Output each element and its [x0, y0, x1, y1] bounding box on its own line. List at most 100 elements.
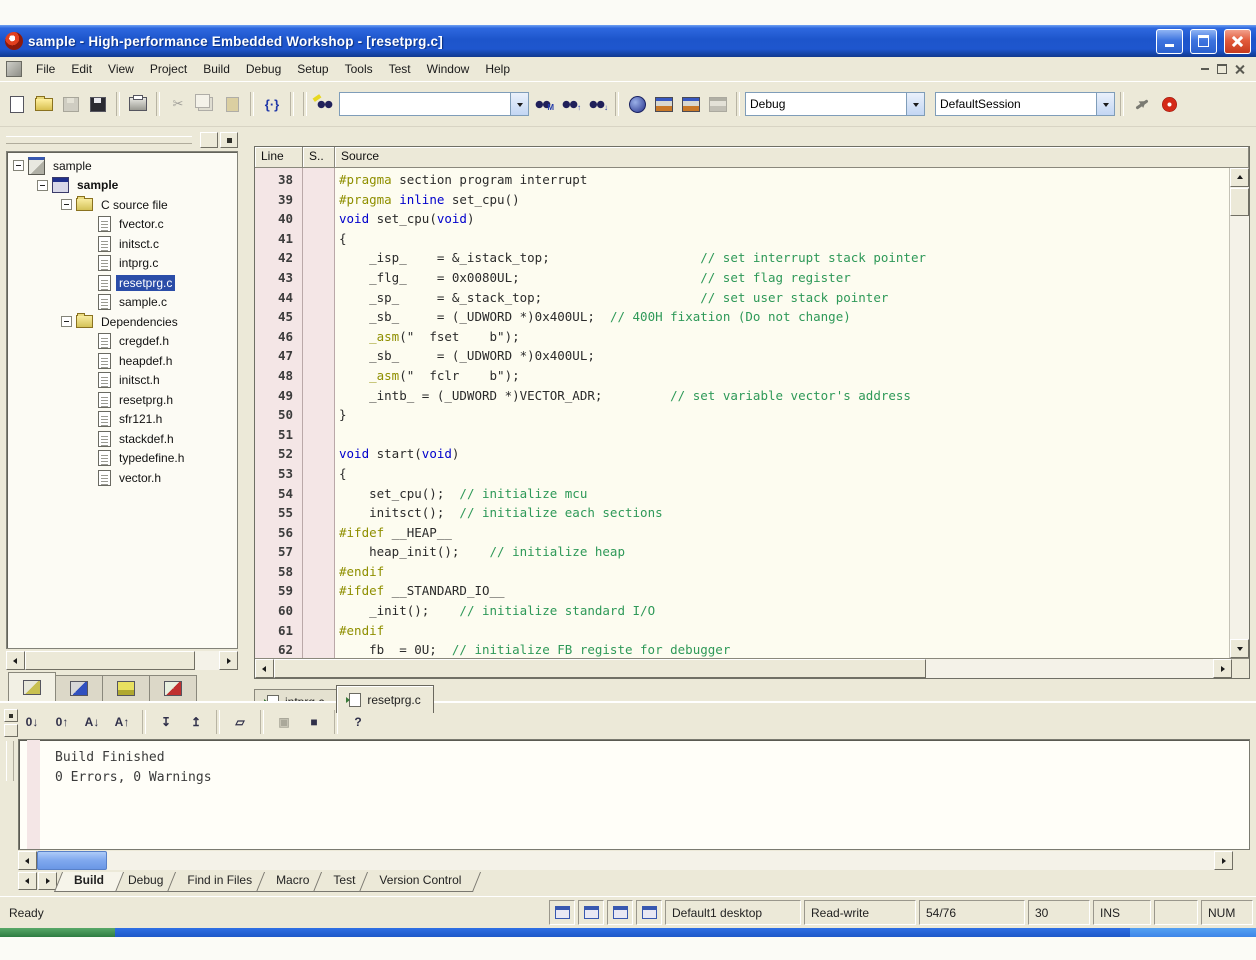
build-configuration-combobox[interactable]: Debug: [745, 92, 925, 116]
build-all-button[interactable]: [678, 92, 704, 117]
status-window-button-2[interactable]: [578, 900, 604, 925]
menu-window[interactable]: Window: [419, 59, 478, 79]
menu-view[interactable]: View: [100, 59, 142, 79]
menu-edit[interactable]: Edit: [63, 59, 100, 79]
minimize-button[interactable]: [1156, 29, 1183, 54]
session-combobox[interactable]: DefaultSession: [935, 92, 1115, 116]
workspace-tab-projects[interactable]: [8, 672, 56, 701]
launch-debugger-button[interactable]: [1129, 92, 1155, 117]
open-file-button[interactable]: [31, 92, 57, 117]
tree-item-fvector-c[interactable]: fvector.c: [13, 215, 237, 235]
paste-button[interactable]: [219, 92, 245, 117]
reset-go-button[interactable]: [1156, 92, 1182, 117]
menu-project[interactable]: Project: [142, 59, 195, 79]
restore-button[interactable]: [1190, 29, 1217, 54]
save-all-button[interactable]: [85, 92, 111, 117]
workspace-horizontal-scrollbar[interactable]: [6, 651, 238, 670]
tree-item-vector-h[interactable]: vector.h: [13, 468, 237, 488]
editor-vertical-scrollbar[interactable]: [1229, 168, 1249, 658]
tree-item-initsct-h[interactable]: initsct.h: [13, 371, 237, 391]
tree-expander-icon[interactable]: [61, 316, 72, 327]
tree-expander-icon[interactable]: [61, 199, 72, 210]
build-output[interactable]: Build Finished0 Errors, 0 Warnings: [18, 739, 1250, 850]
output-tab-build[interactable]: Build: [58, 872, 120, 892]
match-braces-button[interactable]: {·}: [259, 92, 285, 117]
tree-item-sfr121-h[interactable]: sfr121.h: [13, 410, 237, 430]
new-file-button[interactable]: [4, 92, 30, 117]
find-down-button[interactable]: ↓: [584, 92, 610, 117]
tree-item-dependencies[interactable]: Dependencies: [13, 312, 237, 332]
workspace-tab-navigation[interactable]: [102, 675, 150, 701]
status-window-button-3[interactable]: [607, 900, 633, 925]
scroll-left-button[interactable]: [255, 659, 274, 678]
alpha-down-button[interactable]: A↓: [78, 711, 106, 733]
tree-item-initsct-c[interactable]: initsct.c: [13, 234, 237, 254]
copy-button[interactable]: ▣: [270, 711, 298, 733]
tree-item-cregdef-h[interactable]: cregdef.h: [13, 332, 237, 352]
build-button[interactable]: [651, 92, 677, 117]
menu-tools[interactable]: Tools: [337, 59, 381, 79]
workspace-close-button[interactable]: [220, 132, 238, 148]
output-horizontal-scrollbar[interactable]: [18, 851, 1250, 870]
scroll-right-button[interactable]: [1214, 851, 1233, 870]
tree-item-intprg-c[interactable]: intprg.c: [13, 254, 237, 274]
find-setup-button[interactable]: [312, 92, 338, 117]
output-grip[interactable]: [4, 709, 16, 781]
find-dropdown-button[interactable]: [510, 93, 528, 115]
mdi-restore-button[interactable]: [1217, 64, 1227, 74]
mdi-minimize-button[interactable]: [1201, 68, 1209, 70]
copy-button[interactable]: [192, 92, 218, 117]
tree-item-typedefine-h[interactable]: typedefine.h: [13, 449, 237, 469]
start-button-sliver[interactable]: [0, 928, 115, 937]
menu-file[interactable]: File: [28, 59, 63, 79]
print-button[interactable]: [125, 92, 151, 117]
scroll-right-button[interactable]: [219, 651, 238, 670]
configuration-dropdown-button[interactable]: [906, 93, 924, 115]
menu-debug[interactable]: Debug: [238, 59, 289, 79]
editor-tab-resetprg-c[interactable]: resetprg.c: [336, 685, 433, 713]
scroll-left-button[interactable]: [18, 851, 37, 870]
help-button[interactable]: ?: [344, 711, 372, 733]
scroll-left-button[interactable]: [6, 651, 25, 670]
mdi-close-button[interactable]: [1235, 65, 1244, 74]
tabs-scroll-right-button[interactable]: [38, 872, 57, 890]
cut-button[interactable]: ✂: [165, 92, 191, 117]
output-tab-find-in-files[interactable]: Find in Files: [171, 872, 268, 892]
tree-item-c-source-file[interactable]: C source file: [13, 195, 237, 215]
session-dropdown-button[interactable]: [1096, 93, 1114, 115]
tree-item-resetprg-h[interactable]: resetprg.h: [13, 390, 237, 410]
tree-item-resetprg-c[interactable]: resetprg.c: [13, 273, 237, 293]
code-area[interactable]: #pragma section program interrupt#pragma…: [335, 168, 1229, 658]
tree-item-stackdef-h[interactable]: stackdef.h: [13, 429, 237, 449]
save-button[interactable]: ■: [300, 711, 328, 733]
clear-window-button[interactable]: ▱: [226, 711, 254, 733]
tree-expander-icon[interactable]: [13, 160, 24, 171]
save-file-button[interactable]: [58, 92, 84, 117]
scrollbar-thumb[interactable]: [37, 851, 107, 870]
output-pin-button[interactable]: [4, 709, 18, 722]
editor-horizontal-scrollbar[interactable]: [255, 658, 1249, 678]
output-close-button[interactable]: [4, 724, 18, 737]
errors-down-button[interactable]: 0↓: [18, 711, 46, 733]
scroll-right-button[interactable]: [1213, 659, 1232, 678]
alpha-up-button[interactable]: A↑: [108, 711, 136, 733]
scrollbar-thumb[interactable]: [1230, 188, 1249, 216]
status-window-button-1[interactable]: [549, 900, 575, 925]
compile-file-button[interactable]: [624, 92, 650, 117]
scrollbar-thumb[interactable]: [274, 659, 926, 678]
workspace-grip[interactable]: [6, 131, 238, 149]
find-up-button[interactable]: ↑: [557, 92, 583, 117]
workspace-pin-button[interactable]: [200, 132, 218, 148]
stop-build-button[interactable]: [705, 92, 731, 117]
menu-build[interactable]: Build: [195, 59, 238, 79]
tree-item-sample[interactable]: sample: [13, 176, 237, 196]
menu-help[interactable]: Help: [477, 59, 518, 79]
tree-item-sample-c[interactable]: sample.c: [13, 293, 237, 313]
status-window-button-4[interactable]: [636, 900, 662, 925]
project-tree[interactable]: samplesampleC source filefvector.cinitsc…: [6, 151, 238, 649]
tree-item-sample[interactable]: sample: [13, 156, 237, 176]
menu-setup[interactable]: Setup: [289, 59, 336, 79]
find-combobox[interactable]: [339, 92, 529, 116]
tree-item-heapdef-h[interactable]: heapdef.h: [13, 351, 237, 371]
menu-test[interactable]: Test: [381, 59, 419, 79]
